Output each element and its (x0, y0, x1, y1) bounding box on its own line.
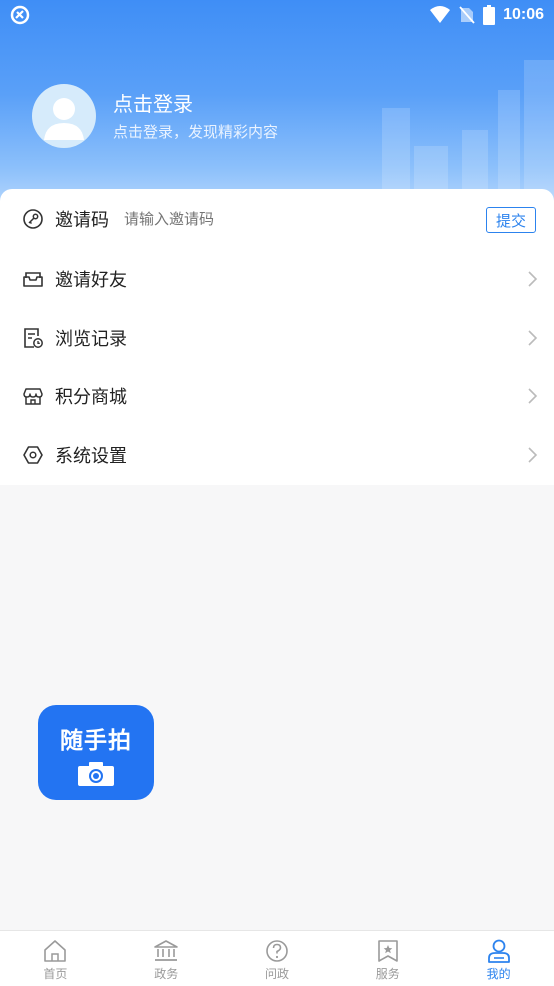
menu-item-invite-friends[interactable]: 邀请好友 (0, 250, 554, 308)
invite-code-row: 邀请码 提交 (0, 190, 554, 248)
menu-item-browse-history[interactable]: 浏览记录 (0, 309, 554, 367)
tab-label: 政务 (154, 967, 179, 981)
question-icon (266, 940, 288, 962)
home-icon (44, 940, 67, 962)
camera-icon (78, 761, 114, 786)
login-title[interactable]: 点击登录 (113, 88, 193, 117)
tab-label: 服务 (375, 967, 400, 981)
menu-item-label: 邀请好友 (55, 270, 127, 291)
quick-snap-label: 随手拍 (60, 727, 132, 754)
tab-label: 首页 (43, 967, 68, 981)
chevron-right-icon (528, 388, 538, 404)
menu-item-label: 积分商城 (55, 387, 127, 408)
key-icon (23, 209, 43, 229)
avatar[interactable] (32, 84, 96, 148)
tab-label: 我的 (486, 967, 511, 981)
menu-item-points-mall[interactable]: 积分商城 (0, 367, 554, 425)
tab-service[interactable]: 服务 (332, 931, 443, 986)
quick-snap-button[interactable]: 随手拍 (38, 705, 154, 800)
government-icon (154, 940, 178, 961)
store-icon (23, 388, 43, 405)
no-sim-icon (459, 6, 475, 24)
status-time: 10:06 (503, 6, 544, 23)
status-bar: 10:06 (0, 0, 554, 30)
chevron-right-icon (528, 330, 538, 346)
invite-code-input[interactable] (124, 210, 424, 228)
menu-item-label: 浏览记录 (55, 329, 127, 350)
tab-mine[interactable]: 我的 (443, 931, 554, 986)
tab-government[interactable]: 政务 (111, 931, 222, 986)
background-building (524, 60, 554, 210)
app-status-icon (10, 5, 30, 25)
user-icon (487, 939, 510, 963)
settings-icon (23, 446, 43, 464)
user-avatar-icon (44, 98, 84, 140)
history-icon (24, 328, 43, 348)
menu-card: 邀请码 提交 邀请好友 浏览记录 积分商城 (0, 189, 554, 485)
service-icon (377, 940, 398, 962)
tab-inquiry[interactable]: 问政 (222, 931, 333, 986)
invite-code-label: 邀请码 (55, 210, 109, 231)
chevron-right-icon (528, 447, 538, 463)
battery-icon (483, 5, 496, 25)
chevron-right-icon (528, 271, 538, 287)
bottom-tab-bar: 首页 政务 问政 服务 我的 (0, 930, 554, 986)
submit-button[interactable]: 提交 (486, 207, 536, 233)
login-subtitle: 点击登录，发现精彩内容 (113, 123, 279, 141)
menu-item-label: 系统设置 (55, 446, 127, 467)
tab-home[interactable]: 首页 (0, 931, 111, 986)
mail-icon (23, 272, 43, 287)
wifi-icon (430, 6, 451, 23)
tab-label: 问政 (264, 967, 289, 981)
menu-item-system-settings[interactable]: 系统设置 (0, 426, 554, 484)
